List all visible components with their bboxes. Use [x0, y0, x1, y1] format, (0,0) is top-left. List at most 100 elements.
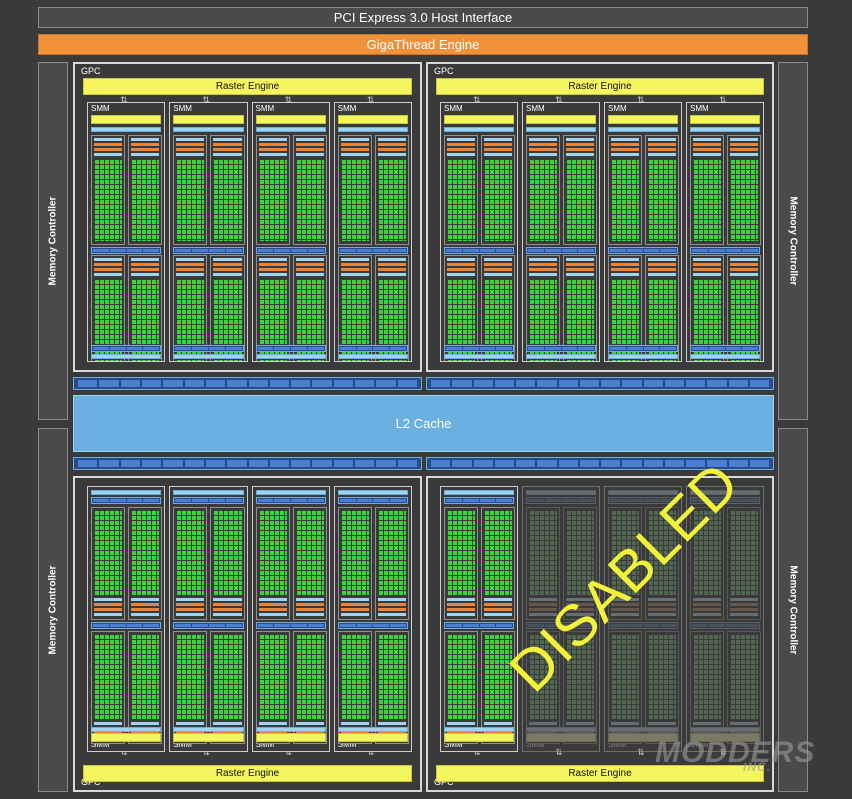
- register-file-strip: [131, 273, 160, 276]
- texture-unit-row: [173, 345, 244, 352]
- raster-engine: Raster Engine: [83, 765, 412, 782]
- instruction-cache: [337, 733, 408, 742]
- register-file-strip: [648, 598, 676, 601]
- cuda-cores-grid: [176, 510, 205, 595]
- register-file-strip: [340, 153, 369, 156]
- register-file-strip: [730, 598, 758, 601]
- texture-unit: [291, 249, 307, 252]
- texture-unit: [109, 499, 126, 502]
- texture-unit: [660, 347, 676, 350]
- texture-unit: [225, 347, 242, 350]
- texture-unit: [208, 499, 225, 502]
- register-strip: [94, 148, 123, 151]
- register-file-strip: [611, 153, 639, 156]
- texture-unit: [356, 347, 373, 350]
- register-strip: [258, 148, 287, 151]
- dispatch-strip: [340, 613, 369, 616]
- crossbar-top-right: [426, 377, 774, 390]
- register-strip: [693, 148, 721, 151]
- register-strip: [295, 148, 324, 151]
- register-strip: [693, 603, 721, 606]
- texture-unit: [708, 624, 725, 627]
- cuda-cores-grid: [340, 159, 369, 241]
- texture-unit: [578, 249, 594, 252]
- texture-unit: [143, 347, 160, 350]
- warp-scheduler-strip: [447, 143, 475, 146]
- instruction-buffer: [337, 727, 408, 732]
- register-file-strip: [529, 273, 557, 276]
- texture-unit: [109, 347, 126, 350]
- cuda-cores-grid: [648, 634, 676, 719]
- texture-unit: [446, 499, 462, 502]
- register-file-strip: [484, 153, 512, 156]
- texture-unit: [257, 499, 274, 502]
- texture-unit: [561, 499, 578, 502]
- dispatch-strip: [131, 138, 160, 141]
- cuda-cores-grid: [611, 634, 639, 719]
- texture-unit: [742, 624, 758, 627]
- smm-block: SMM: [87, 486, 166, 752]
- smm-label: SMM: [526, 104, 545, 113]
- texture-unit: [544, 249, 561, 252]
- instruction-cache: [444, 115, 514, 124]
- texture-unit-row: [690, 247, 760, 254]
- cuda-cores-grid: [258, 510, 287, 595]
- texture-unit: [479, 499, 496, 502]
- texture-unit-row: [444, 497, 514, 504]
- texture-unit: [339, 624, 356, 627]
- texture-unit: [208, 249, 225, 252]
- texture-unit: [339, 249, 356, 252]
- texture-unit: [93, 347, 109, 350]
- dispatch-strip: [94, 258, 123, 261]
- cuda-cores-grid: [730, 634, 758, 719]
- texture-unit: [175, 347, 192, 350]
- smm-quadrant: [337, 135, 372, 245]
- texture-unit: [446, 249, 462, 252]
- smm-quadrant: [292, 135, 327, 245]
- register-file-strip: [377, 598, 406, 601]
- warp-scheduler-strip: [176, 143, 205, 146]
- register-file-strip: [94, 598, 123, 601]
- register-file-strip: [529, 153, 557, 156]
- register-strip: [213, 148, 242, 151]
- texture-unit: [610, 347, 626, 350]
- texture-unit: [192, 249, 208, 252]
- cuda-cores-grid: [258, 634, 287, 719]
- texture-unit: [725, 347, 742, 350]
- register-strip: [730, 148, 758, 151]
- cuda-cores-grid: [340, 510, 369, 595]
- texture-unit: [339, 499, 356, 502]
- warp-scheduler-strip: [447, 263, 475, 266]
- smm-quadrant: [128, 135, 163, 245]
- cuda-cores-grid: [693, 634, 721, 719]
- register-strip: [377, 603, 406, 606]
- cuda-cores-grid: [730, 510, 758, 595]
- dispatch-strip: [295, 258, 324, 261]
- shared-memory: [173, 490, 244, 495]
- dispatch-strip: [566, 258, 594, 261]
- dispatch-strip: [611, 258, 639, 261]
- smm-block: SMM: [169, 102, 248, 362]
- register-file-strip: [94, 153, 123, 156]
- texture-unit: [643, 347, 660, 350]
- smm-block: SMM: [251, 486, 330, 752]
- texture-unit: [208, 347, 225, 350]
- cuda-cores-grid: [447, 510, 475, 595]
- register-file-strip: [529, 722, 557, 725]
- shared-memory: [255, 354, 326, 359]
- texture-unit: [626, 347, 643, 350]
- warp-scheduler-strip: [213, 143, 242, 146]
- dispatch-strip: [258, 613, 287, 616]
- texture-unit: [660, 624, 676, 627]
- texture-unit: [175, 249, 192, 252]
- instruction-cache: [91, 115, 162, 124]
- register-file-strip: [447, 273, 475, 276]
- cuda-cores-grid: [693, 159, 721, 241]
- register-file-strip: [648, 273, 676, 276]
- dispatch-strip: [94, 613, 123, 616]
- cuda-cores-grid: [447, 634, 475, 719]
- warp-scheduler-strip: [566, 263, 594, 266]
- smm-block: SMM: [686, 102, 764, 362]
- warp-scheduler-strip: [94, 608, 123, 611]
- warp-scheduler-strip: [693, 143, 721, 146]
